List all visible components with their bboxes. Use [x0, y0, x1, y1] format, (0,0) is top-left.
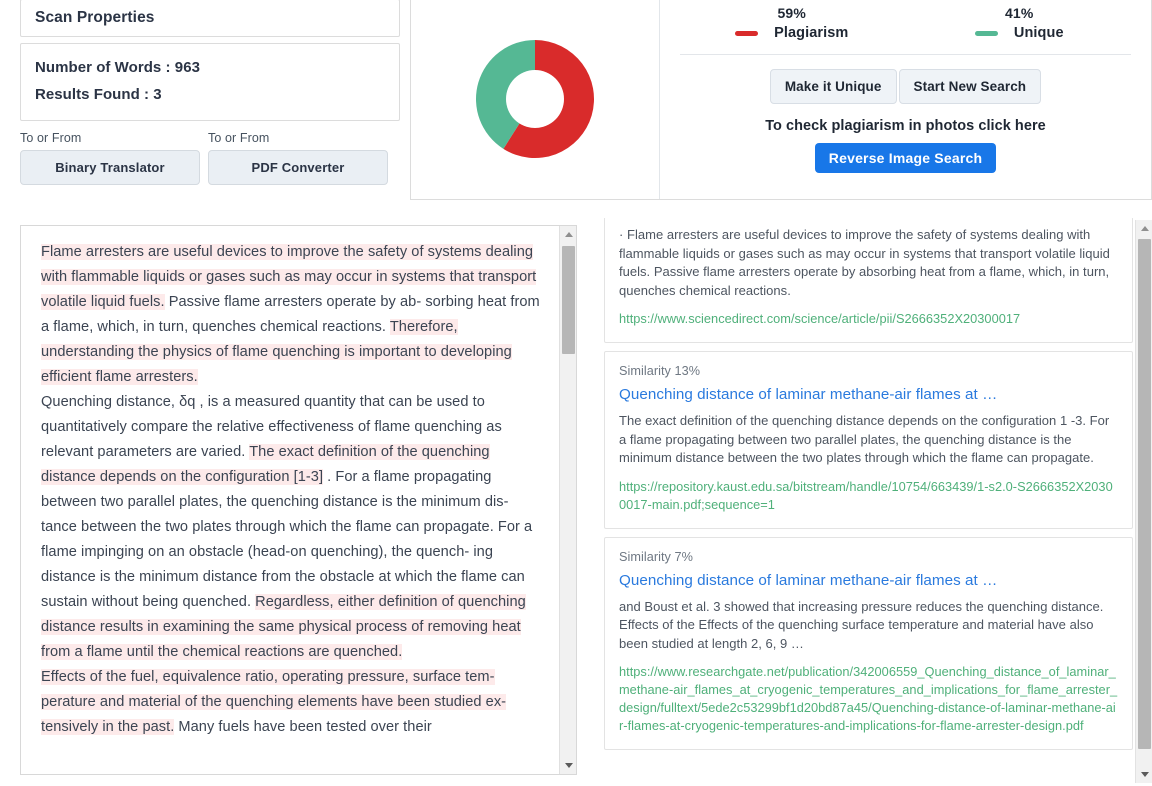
matched-source-snippet: The exact definition of the quenching di… [619, 413, 1110, 465]
original-text-run: . For a flame propagating between two pa… [41, 469, 533, 610]
document-scrollbar[interactable] [559, 226, 576, 774]
unique-percent: 41% [1004, 5, 1034, 21]
binary-translator-label: To or From [20, 131, 82, 145]
legend-item-plagiarism: 59% Plagiarism [678, 5, 906, 41]
scan-properties-column: Scan Properties Number of Words : 963 Re… [0, 0, 400, 185]
binary-translator-button[interactable]: Binary Translator [20, 150, 200, 185]
unique-legend-label: Unique [1013, 25, 1064, 41]
results-found-value: 3 [153, 86, 162, 103]
legend-row: 59% Plagiarism 41% Unique [678, 5, 1133, 41]
matched-sources-panel: · Flame arresters are useful devices to … [604, 218, 1152, 785]
matched-source-url-link[interactable]: https://www.researchgate.net/publication… [619, 663, 1118, 735]
scan-counts-card: Number of Words : 963 Results Found : 3 [20, 43, 400, 121]
plagiarism-results-page: Scan Properties Number of Words : 963 Re… [0, 0, 1152, 785]
document-scrollbar-thumb[interactable] [562, 246, 575, 354]
comparison-row: Flame arresters are useful devices to im… [0, 218, 1152, 785]
plagiarism-legend-label: Plagiarism [774, 25, 849, 41]
matched-source-title-link[interactable]: Quenching distance of laminar methane-ai… [619, 572, 1118, 589]
plagiarism-key: Plagiarism [678, 25, 906, 41]
matched-source-url-link[interactable]: https://repository.kaust.edu.sa/bitstrea… [619, 478, 1118, 514]
matched-source-snippet: · Flame arresters are useful devices to … [619, 227, 1110, 298]
source-document-panel: Flame arresters are useful devices to im… [20, 225, 577, 775]
make-it-unique-button[interactable]: Make it Unique [769, 69, 897, 104]
results-found-row: Results Found : 3 [35, 81, 385, 108]
matched-source-snippet: and Boust et al. 3 showed that increasin… [619, 598, 1104, 651]
scroll-down-arrow-icon[interactable] [560, 757, 576, 774]
binary-translator-block: To or From Binary Translator [20, 131, 200, 185]
plagiarism-percent: 59% [777, 5, 807, 21]
source-document-text: Flame arresters are useful devices to im… [21, 226, 576, 740]
results-scrollbar[interactable] [1135, 220, 1152, 783]
similarity-badge: Similarity 13% [619, 364, 701, 378]
matched-source-card: · Flame arresters are useful devices to … [604, 218, 1133, 343]
scan-properties-card: Scan Properties [20, 0, 400, 37]
report-action-buttons: Make it Unique Start New Search [678, 69, 1133, 104]
similarity-badge: Similarity 7% [619, 549, 693, 564]
tools-row: To or From Binary Translator To or From … [20, 131, 400, 185]
document-paragraph: Effects of the fuel, equivalence ratio, … [41, 665, 542, 740]
unique-color-swatch-icon [974, 30, 998, 36]
results-scroll-down-arrow-icon[interactable] [1136, 766, 1152, 783]
plagiarism-donut-chart-pane [411, 0, 660, 199]
document-paragraph: Flame arresters are useful devices to im… [41, 240, 542, 390]
document-paragraph: Quenching distance, δq , is a measured q… [41, 390, 542, 665]
legend-divider [680, 54, 1131, 55]
word-count-label: Number of Words : [35, 59, 175, 76]
word-count-row: Number of Words : 963 [35, 54, 385, 81]
pdf-converter-button[interactable]: PDF Converter [208, 150, 388, 185]
matched-source-url-link[interactable]: https://www.sciencedirect.com/science/ar… [619, 310, 1118, 328]
matched-source-card: Similarity 13% Quenching distance of lami… [604, 351, 1133, 529]
legend-item-unique: 41% Unique [906, 5, 1134, 41]
reverse-image-search-wrap: Reverse Image Search [678, 143, 1133, 173]
page-title: Scan Properties [35, 9, 155, 26]
original-text-run: Many fuels have been tested over their [174, 719, 432, 735]
start-new-search-button[interactable]: Start New Search [898, 69, 1042, 104]
word-count-value: 963 [174, 59, 200, 76]
pdf-converter-label: To or From [208, 131, 270, 145]
results-scrollbar-thumb[interactable] [1138, 239, 1151, 749]
unique-key: Unique [906, 25, 1134, 41]
reverse-image-search-button[interactable]: Reverse Image Search [814, 143, 997, 173]
report-summary-card: 59% Plagiarism 41% Unique Make it Unique… [410, 0, 1152, 200]
pdf-converter-block: To or From PDF Converter [208, 131, 388, 185]
matched-source-card: Similarity 7% Quenching distance of lamin… [604, 536, 1133, 750]
plagiarism-color-swatch-icon [735, 30, 759, 36]
photo-plagiarism-hint: To check plagiarism in photos click here [765, 118, 1046, 134]
results-scroll-up-arrow-icon[interactable] [1136, 220, 1152, 237]
scroll-up-arrow-icon[interactable] [560, 226, 576, 243]
matched-sources-list: · Flame arresters are useful devices to … [604, 218, 1135, 785]
matched-source-title-link[interactable]: Quenching distance of laminar methane-ai… [619, 386, 1118, 403]
results-found-label: Results Found : [35, 86, 154, 103]
report-legend-pane: 59% Plagiarism 41% Unique Make it Unique… [660, 0, 1151, 199]
plagiarism-donut-chart [475, 39, 595, 159]
donut-center-hole [506, 70, 564, 128]
